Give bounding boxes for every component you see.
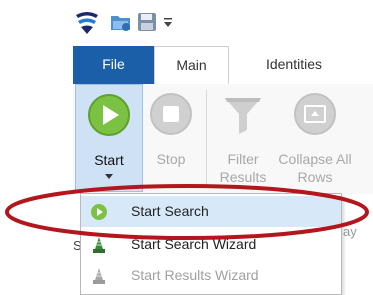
tab-file[interactable]: File: [73, 46, 154, 84]
collapse-all-rows-label: Collapse All Rows: [278, 151, 352, 185]
start-dropdown-menu: Start Search Start Search Wizard Start R…: [80, 193, 342, 295]
start-label: Start: [94, 152, 124, 168]
menu-item-start-results-wizard: Start Results Wizard: [81, 260, 341, 291]
open-folder-icon[interactable]: [110, 12, 132, 32]
play-circle-icon: [88, 94, 130, 136]
ribbon-panel: Start Stop Filter Results Collapse All R…: [73, 84, 373, 194]
chevron-down-icon[interactable]: [105, 174, 113, 179]
filter-results-label: Filter Results: [219, 151, 267, 185]
save-icon[interactable]: [137, 12, 157, 32]
collapse-all-rows-button[interactable]: Collapse All Rows: [275, 84, 355, 192]
ribbon-tabs: File Main Identities: [73, 46, 373, 85]
filter-results-button[interactable]: Filter Results: [213, 84, 273, 192]
quick-access-toolbar: [0, 0, 373, 46]
customize-dropdown-icon[interactable]: [164, 18, 172, 28]
wizard-icon: [93, 237, 105, 253]
tab-identities[interactable]: Identities: [239, 46, 349, 84]
menu-item-start-search-wizard[interactable]: Start Search Wizard: [81, 229, 341, 260]
menu-item-start-search[interactable]: Start Search: [81, 196, 341, 227]
play-circle-icon: [91, 204, 107, 220]
tab-main[interactable]: Main: [154, 46, 229, 85]
menu-item-label: Start Search: [131, 203, 209, 219]
wizard-icon: [93, 268, 105, 284]
start-button[interactable]: Start: [75, 84, 143, 192]
collapse-icon: [294, 93, 336, 135]
menu-item-label: Start Search Wizard: [131, 236, 257, 252]
obscured-ribbon-text: ay: [343, 224, 357, 239]
app-logo-icon[interactable]: [74, 11, 100, 35]
funnel-icon: [225, 98, 261, 134]
stop-button[interactable]: Stop: [145, 84, 197, 192]
stop-circle-icon: [150, 93, 192, 135]
ribbon-separator: [206, 90, 207, 186]
menu-item-label: Start Results Wizard: [131, 267, 259, 283]
stop-label: Stop: [156, 151, 186, 167]
